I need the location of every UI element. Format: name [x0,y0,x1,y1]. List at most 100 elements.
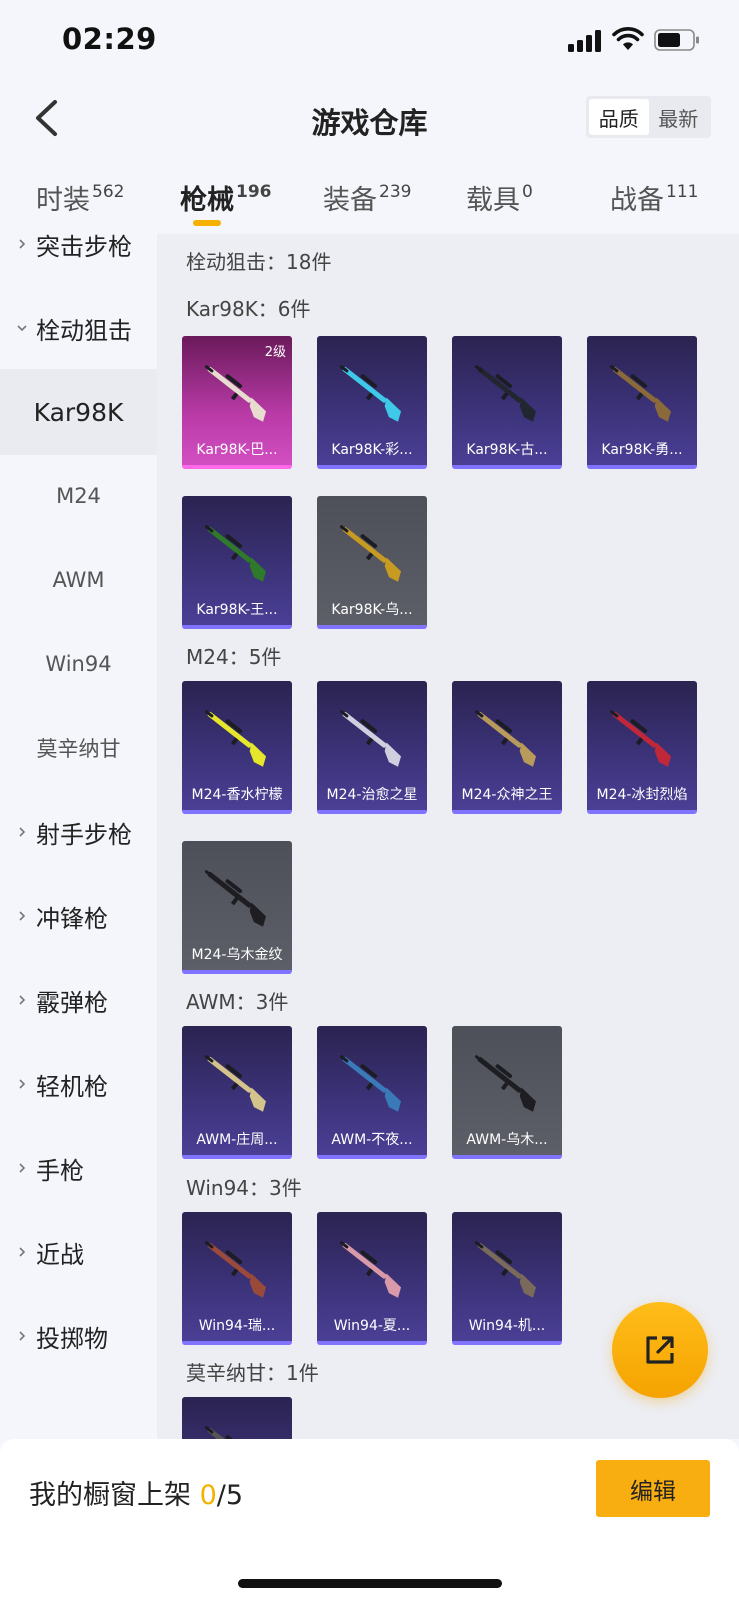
weapon-card[interactable]: Kar98K-王... [182,496,292,629]
weapon-card[interactable]: M24-众神之王 [452,681,562,814]
weapon-name: Kar98K-彩... [331,442,413,458]
sidebar-item-throwable[interactable]: 投掷物 [0,1293,157,1379]
chevron-right-icon [19,995,26,1005]
sidebar-item-label: 射手步枪 [36,820,132,849]
home-indicator [238,1579,502,1588]
weapon-name: AWM-庄周... [196,1132,278,1148]
weapon-card[interactable]: AWM-庄周... [182,1026,292,1159]
weapon-name: Kar98K-王... [196,602,278,618]
sidebar-item-label: 栓动狙击 [36,316,132,345]
weapon-name: Kar98K-巴... [196,442,278,458]
sidebar-item-awm[interactable]: AWM [0,537,157,623]
tab-count: 562 [92,182,125,202]
sidebar-item-melee[interactable]: 近战 [0,1209,157,1295]
weapon-card[interactable]: AWM-不夜... [317,1026,427,1159]
sort-quality-button[interactable]: 品质 [589,99,649,135]
tab-count: 0 [522,182,533,202]
weapon-name: M24-治愈之星 [326,787,418,803]
active-tab-indicator [193,220,221,226]
sidebar-item-shotgun[interactable]: 霰弹枪 [0,957,157,1043]
rifle-icon [196,857,280,937]
weapon-name: Win94-机... [468,1318,546,1334]
rifle-icon [331,1228,415,1308]
sidebar-item-label: 冲锋枪 [36,904,108,933]
tab-gear[interactable]: 战备 111 [610,178,698,217]
category-tabs: 时装 562 枪械 196 装备 239 载具 0 战备 111 [0,170,739,234]
sidebar-item-pistol[interactable]: 手枪 [0,1125,157,1211]
weapon-card[interactable]: Kar98K-彩... [317,336,427,469]
rifle-icon [331,1042,415,1122]
sidebar-item-marksman-rifle[interactable]: 射手步枪 [0,789,157,875]
rifle-icon [196,1413,280,1439]
rifle-icon [466,352,550,432]
share-button[interactable] [612,1302,708,1398]
sidebar-item-label: 莫辛纳甘 [36,737,121,761]
tab-label: 枪械 [180,185,234,216]
rifle-icon [196,697,280,777]
battery-icon [654,29,700,51]
section-label: M24：5件 [186,645,282,669]
rifle-icon [466,1228,550,1308]
tab-count: 239 [379,182,412,202]
tab-count: 111 [666,182,699,202]
tab-label: 战备 [610,185,664,216]
sidebar-item-label: 突击步枪 [36,234,132,261]
weapon-card[interactable]: M24-治愈之星 [317,681,427,814]
weapon-card[interactable]: M24-香水柠檬 [182,681,292,814]
chevron-right-icon [19,911,26,921]
tab-label: 装备 [323,185,377,216]
showcase-label: 我的橱窗上架 [29,1480,200,1511]
section-label: AWM：3件 [186,990,289,1014]
rifle-icon [196,1228,280,1308]
weapon-name: M24-香水柠檬 [191,787,283,803]
chevron-right-icon [19,1163,26,1173]
chevron-right-icon [19,1331,26,1341]
tab-guns[interactable]: 枪械 196 [180,178,272,217]
chevron-right-icon [19,1079,26,1089]
sidebar-item-label: 近战 [36,1240,84,1269]
weapon-card[interactable]: AWM-乌木... [452,1026,562,1159]
weapon-name: M24-乌木金纹 [191,947,283,963]
sidebar-item-assault-rifle[interactable]: 突击步枪 [0,234,157,287]
share-icon [646,1336,674,1364]
showcase-total: /5 [216,1480,244,1511]
weapon-card[interactable]: Win94-夏... [317,1212,427,1345]
rifle-icon [331,352,415,432]
sidebar-item-bolt-sniper[interactable]: 栓动狙击 [0,285,157,371]
weapon-card[interactable]: Win94-瑞... [182,1212,292,1345]
chevron-right-icon [19,239,26,249]
chevron-right-icon [19,1247,26,1257]
weapon-card[interactable]: M24-冰封烈焰 [587,681,697,814]
section-label: 莫辛纳甘：1件 [186,1361,319,1385]
weapon-name: AWM-不夜... [331,1132,413,1148]
sidebar-item-smg[interactable]: 冲锋枪 [0,873,157,959]
weapon-name: Win94-瑞... [198,1318,276,1334]
weapon-card[interactable] [182,1397,292,1439]
tab-label: 时装 [36,185,90,216]
tab-equipment[interactable]: 装备 239 [323,178,411,217]
weapon-card[interactable]: 2级 Kar98K-巴... [182,336,292,469]
rifle-icon [331,512,415,592]
sidebar-item-kar98k[interactable]: Kar98K [0,369,157,455]
weapon-card[interactable]: Win94-机... [452,1212,562,1345]
sort-newest-button[interactable]: 最新 [649,99,709,135]
weapon-name: AWM-乌木... [466,1132,548,1148]
sidebar-item-label: AWM [52,568,105,592]
sidebar-item-win94[interactable]: Win94 [0,621,157,707]
chevron-right-icon [19,827,26,837]
sidebar-item-m24[interactable]: M24 [0,453,157,539]
tab-vehicles[interactable]: 载具 0 [466,178,533,217]
tab-fashion[interactable]: 时装 562 [36,178,124,217]
weapon-card[interactable]: Kar98K-乌... [317,496,427,629]
weapon-card[interactable]: Kar98K-古... [452,336,562,469]
chevron-down-icon [17,325,27,332]
sidebar-item-label: 轻机枪 [36,1072,108,1101]
weapon-card[interactable]: Kar98K-勇... [587,336,697,469]
weapon-sidebar: 突击步枪 栓动狙击 Kar98K M24 AWM Win94 莫辛纳甘 射手步枪… [0,234,157,1439]
sidebar-item-lmg[interactable]: 轻机枪 [0,1041,157,1127]
edit-button[interactable]: 编辑 [596,1460,710,1517]
tab-label: 载具 [466,185,520,216]
weapon-card[interactable]: M24-乌木金纹 [182,841,292,974]
sidebar-item-mosin[interactable]: 莫辛纳甘 [0,705,157,791]
sidebar-item-label: M24 [56,484,101,508]
